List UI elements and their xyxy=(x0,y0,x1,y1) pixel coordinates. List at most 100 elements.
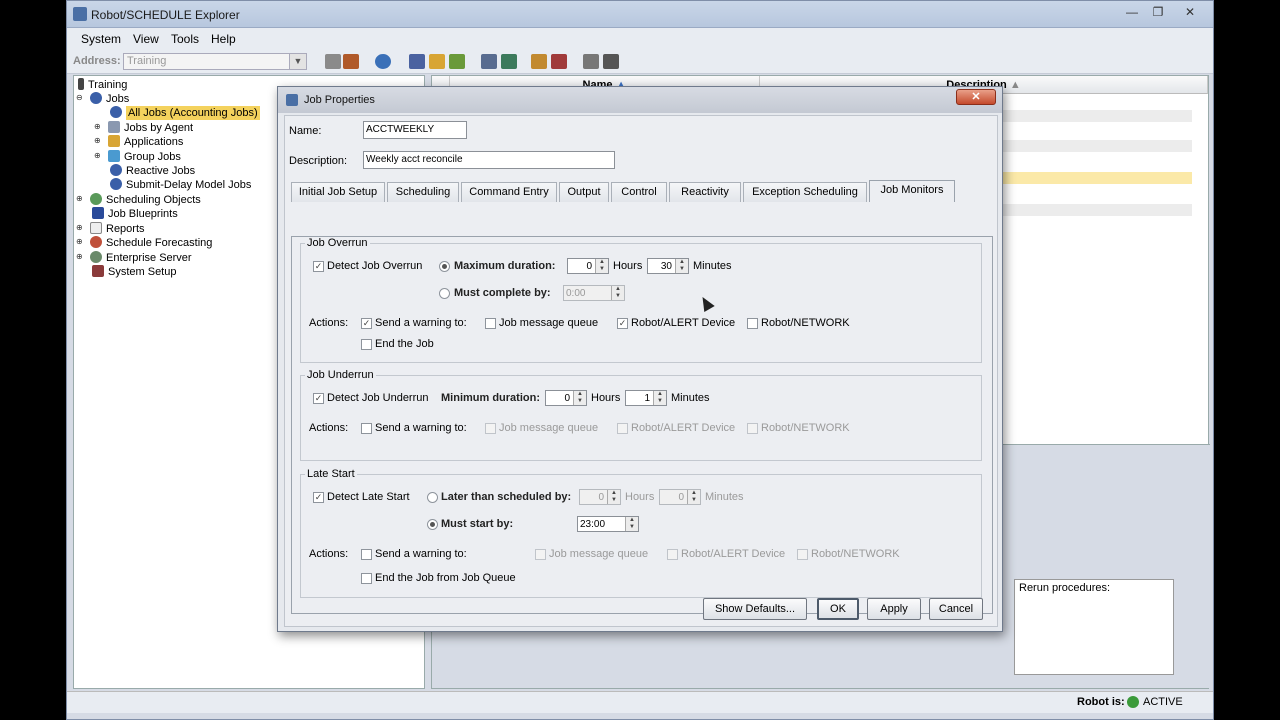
print-icon[interactable] xyxy=(603,54,619,69)
dialog-close-button[interactable]: ✕ xyxy=(956,89,996,105)
job-icon[interactable] xyxy=(409,54,425,69)
tab-reactivity[interactable]: Reactivity xyxy=(669,182,741,202)
expand-icon[interactable]: ⊕ xyxy=(94,137,102,145)
tree-job-blueprints[interactable]: Job Blueprints xyxy=(92,207,178,221)
max-duration-radio[interactable] xyxy=(439,261,450,272)
spinner-arrows-icon[interactable]: ▲ ▼ xyxy=(653,391,666,405)
calendar-icon[interactable] xyxy=(501,54,517,69)
tree-all-jobs[interactable]: All Jobs (Accounting Jobs) xyxy=(110,106,260,120)
tree-scheduling-objects[interactable]: Scheduling Objects xyxy=(90,193,201,207)
late-send-warning-checkbox[interactable] xyxy=(361,549,372,560)
maximize-button[interactable]: ❐ xyxy=(1145,3,1171,21)
user-icon[interactable] xyxy=(531,54,547,69)
name-field[interactable]: ACCTWEEKLY xyxy=(363,121,467,139)
window-title: Robot/SCHEDULE Explorer xyxy=(91,8,240,22)
report-icon[interactable] xyxy=(551,54,567,69)
expand-icon[interactable]: ⊕ xyxy=(76,224,84,232)
detect-underrun-checkbox[interactable]: ✓ xyxy=(313,393,324,404)
spinner-arrows-icon[interactable]: ▲ ▼ xyxy=(595,259,608,273)
tree-system-setup[interactable]: System Setup xyxy=(92,265,176,279)
overrun-minutes-spinner[interactable]: 30 ▲ ▼ xyxy=(647,258,689,274)
detect-late-start-checkbox[interactable]: ✓ xyxy=(313,492,324,503)
end-job-checkbox[interactable] xyxy=(361,339,372,350)
tree-applications[interactable]: Applications xyxy=(108,135,183,149)
dialog-icon xyxy=(286,94,298,106)
collapse-icon[interactable]: ⊖ xyxy=(76,94,84,102)
late-minutes-spinner[interactable]: 0 ▲ ▼ xyxy=(659,489,701,505)
address-field[interactable]: Training xyxy=(123,53,307,70)
late-robot-alert-checkbox[interactable] xyxy=(667,549,678,560)
tab-control[interactable]: Control xyxy=(611,182,667,202)
tab-job-monitors[interactable]: Job Monitors xyxy=(869,180,955,202)
overrun-hours-spinner[interactable]: 0 ▲ ▼ xyxy=(567,258,609,274)
tree-group-jobs[interactable]: Group Jobs xyxy=(108,150,181,164)
detect-overrun-checkbox[interactable]: ✓ xyxy=(313,261,324,272)
later-than-radio[interactable] xyxy=(427,492,438,503)
menu-help[interactable]: Help xyxy=(211,32,236,46)
expand-icon[interactable]: ⊕ xyxy=(76,238,84,246)
late-msg-queue-checkbox[interactable] xyxy=(535,549,546,560)
tree-submit-delay[interactable]: Submit-Delay Model Jobs xyxy=(110,178,251,192)
refresh-icon[interactable] xyxy=(375,54,391,69)
tab-output[interactable]: Output xyxy=(559,182,609,202)
menu-view[interactable]: View xyxy=(133,32,159,46)
tab-exception-scheduling[interactable]: Exception Scheduling xyxy=(743,182,867,202)
must-start-radio[interactable] xyxy=(427,519,438,530)
start-time-spinner[interactable]: 23:00 ▲ ▼ xyxy=(577,516,639,532)
menu-system[interactable]: System xyxy=(81,32,121,46)
delete-icon[interactable] xyxy=(343,54,359,69)
expand-icon[interactable]: ⊕ xyxy=(76,253,84,261)
tab-command-entry[interactable]: Command Entry xyxy=(461,182,557,202)
menu-tools[interactable]: Tools xyxy=(171,32,199,46)
expand-icon[interactable]: ⊕ xyxy=(76,195,84,203)
end-job-queue-checkbox[interactable] xyxy=(361,573,372,584)
document-icon[interactable] xyxy=(583,54,599,69)
underrun-msg-queue-checkbox[interactable] xyxy=(485,423,496,434)
spinner-arrows-icon[interactable]: ▲ ▼ xyxy=(687,490,700,504)
overrun-msg-queue-checkbox[interactable] xyxy=(485,318,496,329)
cancel-button[interactable]: Cancel xyxy=(929,598,983,620)
tree-reactive-jobs[interactable]: Reactive Jobs xyxy=(110,164,195,178)
spinner-arrows-icon[interactable]: ▲ ▼ xyxy=(611,286,624,300)
late-robot-network-checkbox[interactable] xyxy=(797,549,808,560)
overrun-robot-alert-checkbox[interactable]: ✓ xyxy=(617,318,628,329)
spinner-arrows-icon[interactable]: ▲ ▼ xyxy=(625,517,638,531)
tree-jobs-by-agent[interactable]: Jobs by Agent xyxy=(108,121,193,135)
overrun-robot-network-checkbox[interactable] xyxy=(747,318,758,329)
rerun-procedures-box: Rerun procedures: xyxy=(1014,579,1174,675)
show-defaults-button[interactable]: Show Defaults... xyxy=(703,598,807,620)
underrun-minutes-spinner[interactable]: 1 ▲ ▼ xyxy=(625,390,667,406)
apply-button[interactable]: Apply xyxy=(867,598,921,620)
tree-root[interactable]: Training xyxy=(78,78,127,92)
application-icon[interactable] xyxy=(449,54,465,69)
expand-icon[interactable]: ⊕ xyxy=(94,152,102,160)
expand-icon[interactable]: ⊕ xyxy=(94,123,102,131)
spinner-arrows-icon[interactable]: ▲ ▼ xyxy=(675,259,688,273)
close-button[interactable]: ✕ xyxy=(1175,3,1205,21)
tab-initial-job-setup[interactable]: Initial Job Setup xyxy=(291,182,385,202)
tree-jobs[interactable]: Jobs xyxy=(90,92,129,106)
overrun-actions-label: Actions: xyxy=(309,317,349,329)
spinner-arrows-icon[interactable]: ▲ ▼ xyxy=(607,490,620,504)
late-hours-spinner[interactable]: 0 ▲ ▼ xyxy=(579,489,621,505)
overrun-send-warning-checkbox[interactable]: ✓ xyxy=(361,318,372,329)
minimize-button[interactable]: — xyxy=(1119,3,1145,21)
tree-schedule-forecasting[interactable]: Schedule Forecasting xyxy=(90,236,212,250)
ok-button[interactable]: OK xyxy=(817,598,859,620)
tree-enterprise-server[interactable]: Enterprise Server xyxy=(90,251,192,265)
description-field[interactable]: Weekly acct reconcile xyxy=(363,151,615,169)
underrun-robot-network-checkbox[interactable] xyxy=(747,423,758,434)
list-icon[interactable] xyxy=(481,54,497,69)
tab-scheduling[interactable]: Scheduling xyxy=(387,182,459,202)
late-robot-alert-label: Robot/ALERT Device xyxy=(681,548,786,560)
underrun-robot-alert-checkbox[interactable] xyxy=(617,423,628,434)
cut-icon[interactable] xyxy=(325,54,341,69)
complete-time-spinner[interactable]: 0:00 ▲ ▼ xyxy=(563,285,625,301)
tree-reports[interactable]: Reports xyxy=(90,222,145,236)
underrun-hours-spinner[interactable]: 0 ▲ ▼ xyxy=(545,390,587,406)
address-dropdown-icon[interactable]: ▼ xyxy=(289,53,307,70)
group-job-icon[interactable] xyxy=(429,54,445,69)
must-complete-radio[interactable] xyxy=(439,288,450,299)
underrun-send-warning-checkbox[interactable] xyxy=(361,423,372,434)
spinner-arrows-icon[interactable]: ▲ ▼ xyxy=(573,391,586,405)
